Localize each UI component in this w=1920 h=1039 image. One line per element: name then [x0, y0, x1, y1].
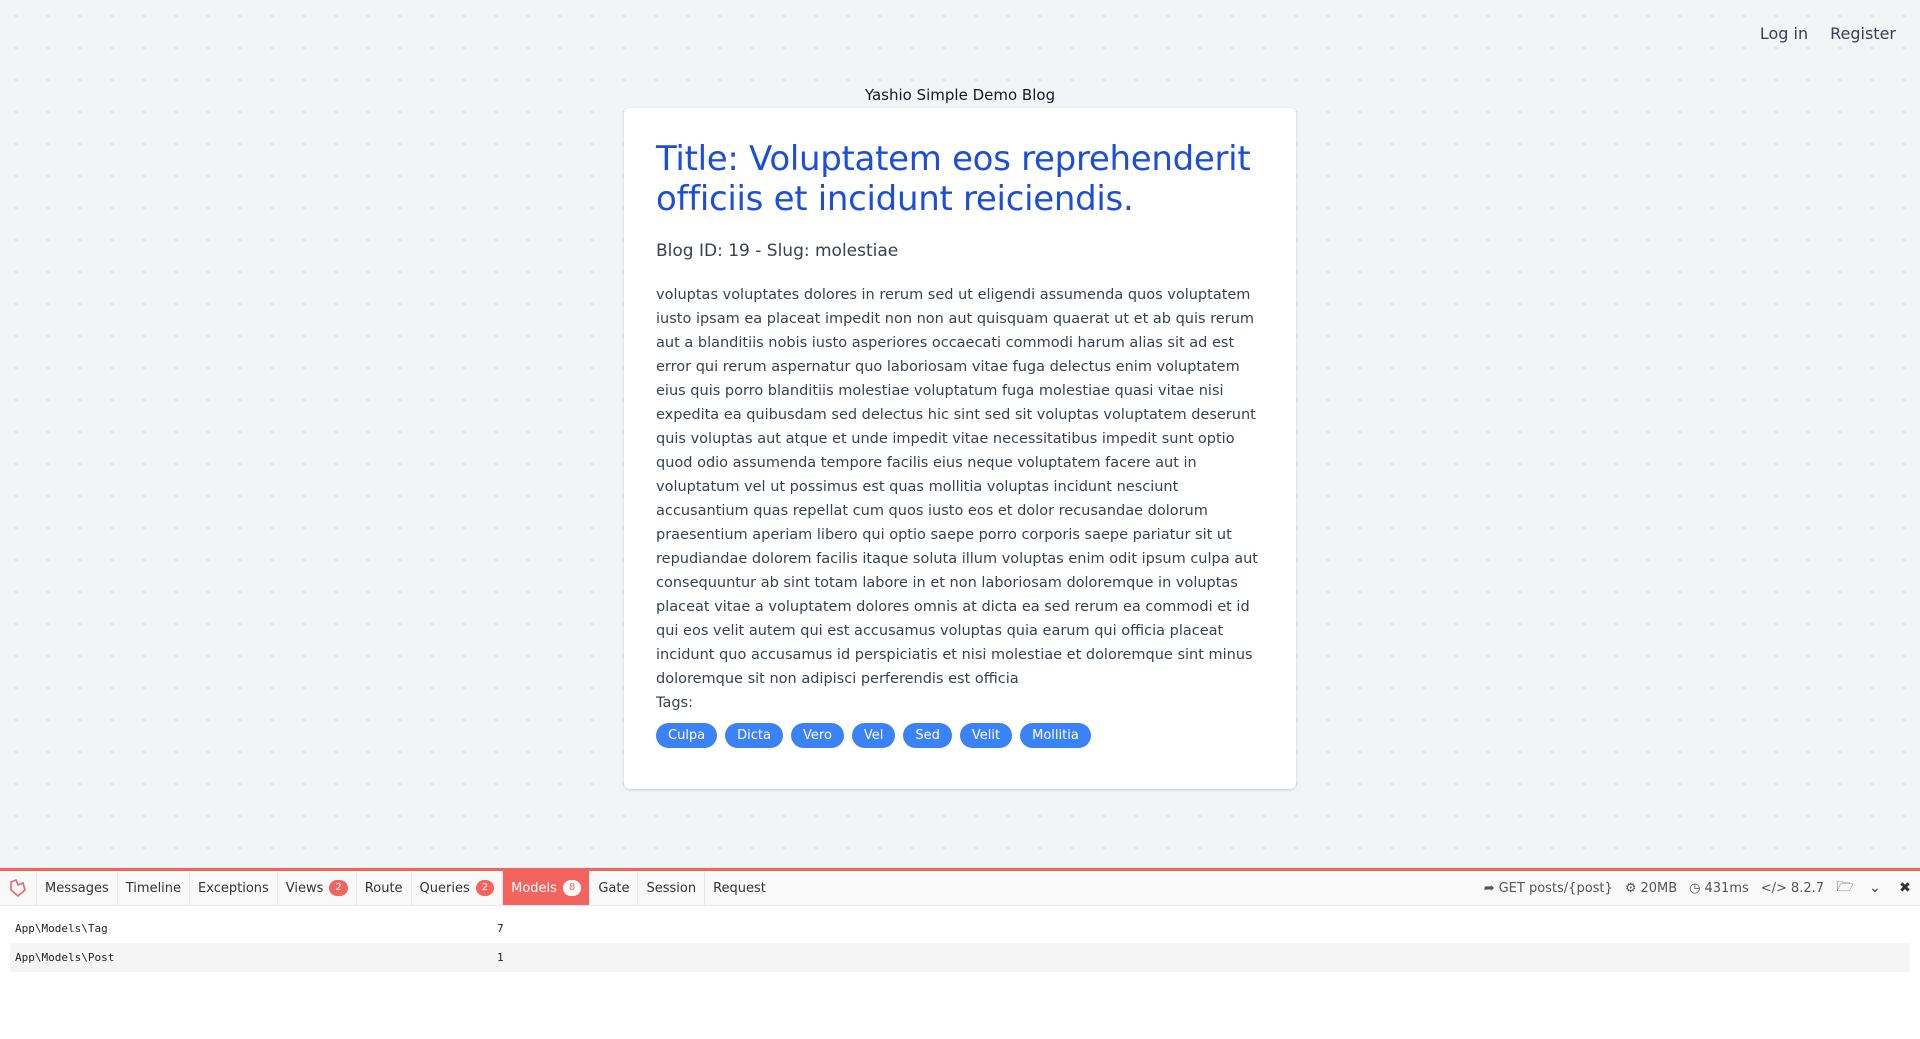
tab-label: Exceptions: [198, 880, 269, 896]
tab-label: Timeline: [125, 880, 182, 896]
post-title: Title: Voluptatem eos reprehenderit offi…: [656, 139, 1251, 219]
top-nav: Log in Register: [1760, 24, 1896, 43]
tab-timeline[interactable]: Timeline: [118, 871, 191, 905]
tag-list: Culpa Dicta Vero Vel Sed Velit Mollitia: [656, 723, 1264, 748]
debugbar-header: Messages Timeline Exceptions Views 2 Rout…: [0, 871, 1920, 906]
tab-models[interactable]: Models 8: [503, 871, 591, 905]
tag-pill[interactable]: Culpa: [656, 723, 718, 748]
tab-gate[interactable]: Gate: [590, 871, 639, 905]
tab-views[interactable]: Views 2: [278, 871, 357, 905]
model-name: App\Models\Tag: [15, 922, 108, 935]
route-text: GET posts/{post}: [1498, 880, 1613, 896]
site-title: Yashio Simple Demo Blog: [864, 86, 1056, 104]
tag-pill[interactable]: Sed: [903, 723, 952, 748]
debugbar-indicators: ➦ GET posts/{post} ⚙ 20MB ◷ 431ms </> 8.…: [1478, 871, 1920, 905]
tab-exceptions[interactable]: Exceptions: [190, 871, 278, 905]
login-link[interactable]: Log in: [1760, 24, 1808, 43]
tag-pill[interactable]: Vel: [851, 723, 896, 748]
tab-label: Models: [511, 880, 557, 896]
tab-label: Route: [364, 880, 403, 896]
model-name: App\Models\Post: [15, 951, 115, 964]
tab-route[interactable]: Route: [357, 871, 412, 905]
model-count: 1: [497, 951, 504, 964]
models-table: App\Models\Tag 7 App\Models\Post 1: [0, 906, 1920, 972]
count-badge: 8: [562, 880, 582, 896]
time-indicator[interactable]: ◷ 431ms: [1683, 881, 1755, 896]
tab-label: Queries: [419, 880, 470, 896]
tab-label: Messages: [45, 880, 109, 896]
php-indicator: </> 8.2.7: [1755, 881, 1830, 896]
post-body: voluptas voluptates dolores in rerum sed…: [656, 287, 1258, 687]
laravel-logo-icon[interactable]: [0, 871, 37, 905]
tag-pill[interactable]: Vero: [791, 723, 844, 748]
route-indicator[interactable]: ➦ GET posts/{post}: [1478, 881, 1619, 896]
cogs-icon: ⚙: [1624, 880, 1637, 896]
post-card: Title: Voluptatem eos reprehenderit offi…: [624, 108, 1296, 789]
tab-label: Views: [285, 880, 324, 896]
register-link[interactable]: Register: [1830, 24, 1896, 43]
post-meta: Blog ID: 19 - Slug: molestiae: [656, 241, 899, 261]
count-badge: 2: [475, 880, 495, 896]
tab-label: Request: [713, 880, 766, 896]
open-folder-icon[interactable]: 🗁: [1830, 871, 1860, 905]
tab-queries[interactable]: Queries 2: [412, 871, 504, 905]
close-icon[interactable]: ✖: [1890, 871, 1920, 905]
table-row: App\Models\Post 1: [10, 943, 1910, 972]
model-count: 7: [497, 922, 504, 935]
debugbar: Messages Timeline Exceptions Views 2 Rout…: [0, 868, 1920, 1039]
tab-label: Session: [646, 880, 697, 896]
memory-indicator: ⚙ 20MB: [1619, 881, 1683, 896]
tags-label: Tags:: [656, 695, 693, 711]
tag-pill[interactable]: Velit: [959, 723, 1013, 748]
time-text: 431ms: [1704, 880, 1749, 896]
minimize-icon[interactable]: ⌄: [1860, 871, 1890, 905]
php-version: 8.2.7: [1790, 880, 1824, 896]
memory-text: 20MB: [1640, 880, 1678, 896]
tag-pill[interactable]: Mollitia: [1020, 723, 1091, 748]
clock-icon: ◷: [1689, 880, 1701, 896]
count-badge: 2: [329, 880, 348, 896]
tab-messages[interactable]: Messages: [37, 871, 118, 905]
tab-label: Gate: [598, 880, 630, 896]
tab-session[interactable]: Session: [638, 871, 706, 905]
tag-pill[interactable]: Dicta: [725, 723, 783, 748]
tab-request[interactable]: Request: [705, 871, 774, 905]
table-row: App\Models\Tag 7: [10, 914, 1910, 943]
code-icon: </>: [1760, 880, 1787, 896]
share-icon: ➦: [1483, 880, 1495, 896]
